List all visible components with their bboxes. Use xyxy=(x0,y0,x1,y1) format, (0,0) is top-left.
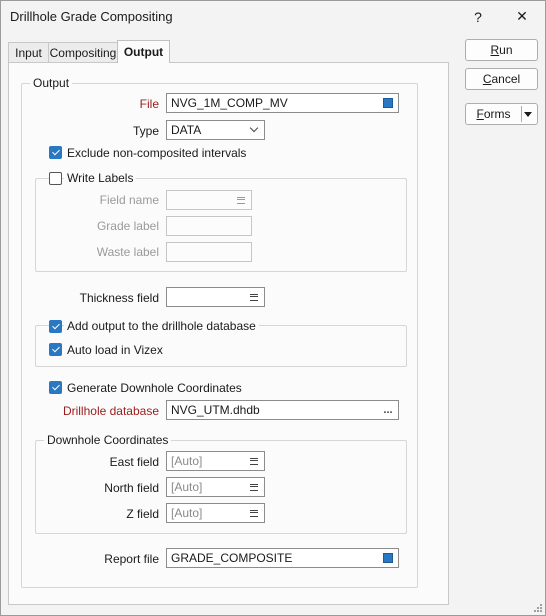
east-field-label: East field xyxy=(109,455,159,469)
generate-label: Generate Downhole Coordinates xyxy=(67,381,242,395)
field-name-input[interactable] xyxy=(166,190,252,210)
generate-checkbox[interactable] xyxy=(49,381,62,394)
cancel-rest: ancel xyxy=(491,72,521,86)
drillhole-db-input[interactable]: NVG_UTM.dhdb ... xyxy=(166,400,399,420)
output-group-legend: Output xyxy=(30,76,73,90)
title-bar: Drillhole Grade Compositing ? ✕ xyxy=(1,1,545,32)
exclude-checkbox[interactable] xyxy=(49,146,62,159)
type-select[interactable]: DATA xyxy=(166,120,265,140)
list-icon[interactable] xyxy=(244,478,264,496)
write-labels-label: Write Labels xyxy=(64,171,137,185)
file-label: File xyxy=(139,97,159,111)
waste-label-label: Waste label xyxy=(96,245,159,259)
help-button[interactable]: ? xyxy=(456,1,500,32)
report-file-label: Report file xyxy=(104,552,159,566)
waste-label-input[interactable] xyxy=(166,242,252,262)
tab-input[interactable]: Input xyxy=(8,42,49,62)
report-square-icon xyxy=(383,553,393,563)
north-field-label: North field xyxy=(104,481,159,495)
file-browse-button[interactable] xyxy=(378,94,398,112)
window-title: Drillhole Grade Compositing xyxy=(10,9,173,24)
north-field-input[interactable]: [Auto] xyxy=(166,477,265,497)
write-labels-checkbox[interactable] xyxy=(49,172,62,185)
run-accel: R xyxy=(490,43,500,57)
forms-accel: F xyxy=(476,107,484,121)
z-field-input[interactable]: [Auto] xyxy=(166,503,265,523)
check-icon xyxy=(51,382,60,391)
dropdown-arrow-icon[interactable] xyxy=(524,112,532,117)
thickness-input[interactable] xyxy=(166,287,265,307)
drillhole-db-value: NVG_UTM.dhdb xyxy=(171,403,260,417)
dialog-window: Drillhole Grade Compositing ? ✕ Input Co… xyxy=(0,0,546,616)
exclude-label: Exclude non-composited intervals xyxy=(67,146,247,160)
resize-grip-icon[interactable] xyxy=(532,602,542,612)
east-field-value: [Auto] xyxy=(171,454,203,468)
browse-dots-icon[interactable]: ... xyxy=(378,401,398,419)
add-output-checkbox[interactable] xyxy=(49,320,62,333)
forms-rest: orms xyxy=(483,107,511,121)
run-button[interactable]: Run xyxy=(465,39,538,61)
field-name-label: Field name xyxy=(99,193,159,207)
forms-label: Forms xyxy=(466,104,521,124)
close-icon: ✕ xyxy=(516,8,528,24)
file-value: NVG_1M_COMP_MV xyxy=(171,96,288,110)
list-icon[interactable] xyxy=(244,288,264,306)
file-input[interactable]: NVG_1M_COMP_MV xyxy=(166,93,399,113)
forms-divider xyxy=(521,106,522,122)
north-field-value: [Auto] xyxy=(171,480,203,494)
chevron-down-icon xyxy=(244,121,264,139)
output-tab-panel: Output File NVG_1M_COMP_MV Type DATA Exc… xyxy=(8,62,449,605)
tab-compositing[interactable]: Compositing xyxy=(48,42,118,62)
auto-load-label: Auto load in Vizex xyxy=(67,343,163,357)
auto-load-checkbox[interactable] xyxy=(49,343,62,356)
report-file-browse-button[interactable] xyxy=(378,549,398,567)
list-icon[interactable] xyxy=(231,191,251,209)
tab-output[interactable]: Output xyxy=(117,40,170,63)
run-rest: un xyxy=(499,43,513,57)
type-label: Type xyxy=(132,124,159,138)
report-file-input[interactable]: GRADE_COMPOSITE xyxy=(166,548,399,568)
file-square-icon xyxy=(383,98,393,108)
thickness-label: Thickness field xyxy=(79,291,159,305)
east-field-input[interactable]: [Auto] xyxy=(166,451,265,471)
cancel-button[interactable]: Cancel xyxy=(465,68,538,90)
downhole-coordinates-legend: Downhole Coordinates xyxy=(44,433,172,447)
list-icon[interactable] xyxy=(244,452,264,470)
check-icon xyxy=(51,147,60,156)
z-field-label: Z field xyxy=(126,507,159,521)
grade-label-label: Grade label xyxy=(96,219,159,233)
drillhole-db-label: Drillhole database xyxy=(62,404,159,418)
forms-button[interactable]: Forms xyxy=(465,103,538,125)
type-value: DATA xyxy=(171,123,202,137)
check-icon xyxy=(51,321,60,330)
list-icon[interactable] xyxy=(244,504,264,522)
check-icon xyxy=(51,344,60,353)
report-file-value: GRADE_COMPOSITE xyxy=(171,551,293,565)
add-output-label: Add output to the drillhole database xyxy=(64,319,259,333)
z-field-value: [Auto] xyxy=(171,506,203,520)
grade-label-input[interactable] xyxy=(166,216,252,236)
close-button[interactable]: ✕ xyxy=(500,1,544,32)
